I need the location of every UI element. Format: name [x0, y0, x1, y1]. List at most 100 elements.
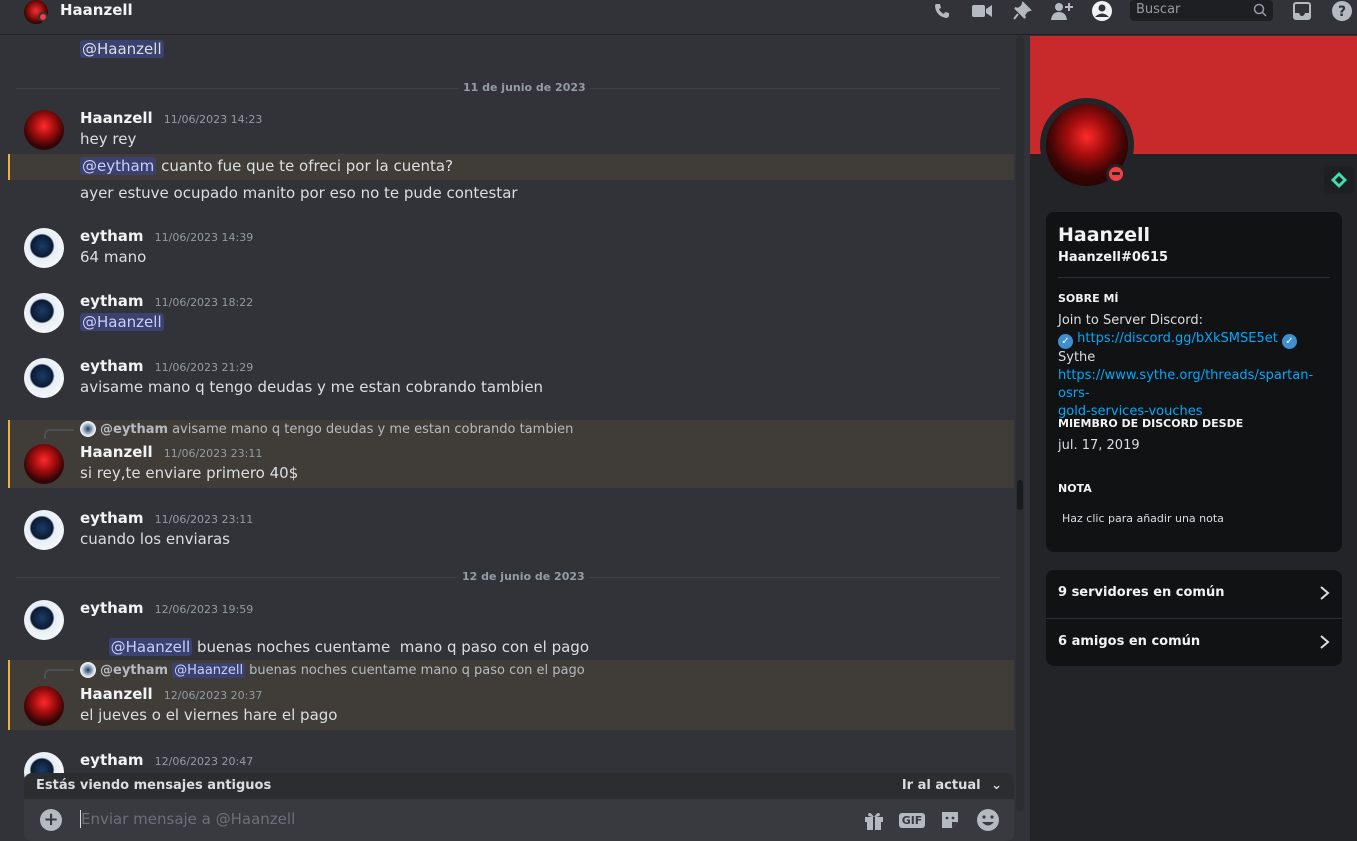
message: eytham 11/06/2023 14:39 64 mano [8, 226, 1014, 270]
reply-preview[interactable]: @eytham @Haanzell buenas noches cuentame… [80, 662, 585, 678]
avatar[interactable] [24, 228, 64, 268]
message-timestamp: 12/06/2023 20:37 [163, 689, 263, 702]
search-input[interactable]: Buscar [1130, 0, 1273, 21]
message-author[interactable]: eytham [80, 227, 144, 245]
message-continuation: @Haanzell [8, 40, 1014, 64]
sythe-link[interactable]: https://www.sythe.org/threads/spartan-os… [1058, 367, 1338, 421]
profile-display-name: Haanzell [1058, 224, 1151, 246]
message: eytham 12/06/2023 19:59 @Haanzell buenas… [8, 598, 1014, 656]
message: eytham 11/06/2023 18:22 @Haanzell [8, 291, 1014, 335]
avatar[interactable] [24, 110, 64, 150]
user-mention[interactable]: @eytham [80, 157, 157, 175]
sticker-icon[interactable] [938, 809, 962, 831]
jump-to-present-label: Ir al actual [901, 778, 981, 793]
mutual-friends-button[interactable]: 6 amigos en común [1046, 619, 1342, 667]
reply-preview[interactable]: @eytham avisame mano q tengo deudas y me… [80, 421, 573, 437]
message-content: ayer estuve ocupado manito por eso no te… [80, 184, 518, 202]
nitro-badge-icon[interactable] [1324, 166, 1354, 194]
date-divider-label: 12 de junio de 2023 [458, 570, 589, 583]
member-since-heading: MIEMBRO DE DISCORD DESDE [1058, 417, 1244, 430]
attach-plus-icon[interactable]: + [40, 809, 62, 831]
reply-avatar [80, 662, 96, 678]
note-input[interactable]: Haz clic para añadir una nota [1062, 512, 1224, 525]
profile-username: Haanzell#0615 [1058, 250, 1169, 265]
user-profile-toggle-icon[interactable] [1090, 0, 1114, 22]
message-timestamp: 12/06/2023 19:59 [154, 603, 254, 616]
avatar[interactable] [24, 600, 64, 640]
avatar[interactable] [24, 444, 64, 484]
reply-message-highlighted: @eytham avisame mano q tengo deudas y me… [8, 420, 1014, 488]
message-content: cuando los enviaras [80, 530, 230, 548]
user-mention[interactable]: @Haanzell [108, 638, 193, 656]
dnd-status-icon [38, 12, 48, 22]
discord-invite-link[interactable]: https://discord.gg/bXkSMSE5et [1077, 331, 1278, 346]
message-author[interactable]: Haanzell [80, 109, 153, 127]
message-content: buenas noches cuentame mano q paso con e… [192, 638, 590, 656]
gift-icon[interactable] [862, 809, 886, 831]
mutual-servers-label: 9 servidores en común [1058, 585, 1225, 600]
avatar[interactable] [24, 686, 64, 726]
message-timestamp: 11/06/2023 14:39 [154, 231, 254, 244]
about-me-text: Join to Server Discord: ✓ https://discor… [1058, 312, 1338, 421]
mutual-friends-label: 6 amigos en común [1058, 634, 1201, 649]
message-content: hey rey [80, 130, 137, 148]
message: eytham 11/06/2023 21:29 avisame mano q t… [8, 356, 1014, 400]
message-composer: + Enviar mensaje a @Haanzell GIF [24, 799, 1014, 841]
voice-call-icon[interactable] [930, 0, 954, 22]
video-call-icon[interactable] [970, 0, 994, 22]
message-author[interactable]: eytham [80, 292, 144, 310]
reply-text: buenas noches cuentame mano q paso con e… [249, 662, 585, 678]
message-timestamp: 11/06/2023 23:11 [154, 513, 254, 526]
about-line: Join to Server Discord: [1058, 313, 1203, 328]
reply-avatar [80, 421, 96, 437]
message-timestamp: 12/06/2023 20:47 [154, 755, 254, 768]
message-author[interactable]: Haanzell [80, 443, 153, 461]
chat-scrollbar-thumb[interactable] [1017, 480, 1023, 510]
message-content: el jueves o el viernes hare el pago [80, 706, 338, 724]
date-divider-label: 11 de junio de 2023 [459, 81, 590, 94]
message-author[interactable]: eytham [80, 509, 144, 527]
chevron-down-icon: ⌄ [991, 778, 1002, 793]
user-mention[interactable]: @Haanzell [80, 40, 164, 58]
reply-message-highlighted: @eytham @Haanzell buenas noches cuentame… [8, 660, 1014, 730]
message-author[interactable]: Haanzell [80, 685, 153, 703]
message-timestamp: 11/06/2023 18:22 [154, 296, 254, 309]
divider [1058, 277, 1330, 278]
user-mention: @Haanzell [172, 662, 246, 678]
mutual-servers-button[interactable]: 9 servidores en común [1046, 570, 1342, 618]
add-friends-to-dm-icon[interactable] [1050, 0, 1074, 22]
message-content: si rey,te enviare primero 40$ [80, 464, 299, 482]
about-line: Sythe [1058, 350, 1096, 365]
avatar[interactable] [24, 293, 64, 333]
emoji-icon[interactable] [976, 809, 1000, 831]
message-content: 64 mano [80, 248, 147, 266]
note-heading: NOTA [1058, 482, 1092, 495]
message-input[interactable]: Enviar mensaje a @Haanzell [80, 810, 295, 828]
profile-card: Haanzell Haanzell#0615 SOBRE MÍ Join to … [1046, 212, 1342, 552]
channel-title: Haanzell [60, 1, 133, 19]
old-messages-label: Estás viendo mensajes antiguos [36, 778, 272, 793]
avatar[interactable] [24, 510, 64, 550]
inbox-icon[interactable] [1290, 0, 1314, 22]
message-timestamp: 11/06/2023 21:29 [154, 361, 254, 374]
verified-check-icon: ✓ [1058, 334, 1073, 349]
gif-button[interactable]: GIF [898, 809, 926, 831]
pinned-messages-icon[interactable] [1010, 0, 1034, 22]
old-messages-bar: Estás viendo mensajes antiguos Ir al act… [24, 773, 1014, 799]
jump-to-present-button[interactable]: Ir al actual ⌄ [902, 778, 1002, 793]
avatar[interactable] [24, 358, 64, 398]
help-icon[interactable]: ? [1330, 0, 1354, 22]
message-author[interactable]: eytham [80, 357, 144, 375]
message-content: avisame mano q tengo deudas y me estan c… [80, 378, 544, 396]
message-author[interactable]: eytham [80, 599, 144, 617]
message-continuation-highlighted: @eytham cuanto fue que te ofreci por la … [8, 154, 1014, 180]
chat-scrollbar[interactable] [1016, 36, 1024, 811]
message-list: @Haanzell 11 de junio de 2023 Haanzell 1… [8, 36, 1014, 841]
message-author[interactable]: eytham [80, 751, 144, 769]
svg-text:?: ? [1338, 4, 1346, 20]
user-mention[interactable]: @Haanzell [80, 313, 164, 331]
message-continuation: ayer estuve ocupado manito por eso no te… [8, 182, 1014, 206]
message-content: cuanto fue que te ofreci por la cuenta? [156, 157, 454, 175]
gif-label: GIF [898, 812, 926, 828]
reply-connector [44, 429, 74, 439]
